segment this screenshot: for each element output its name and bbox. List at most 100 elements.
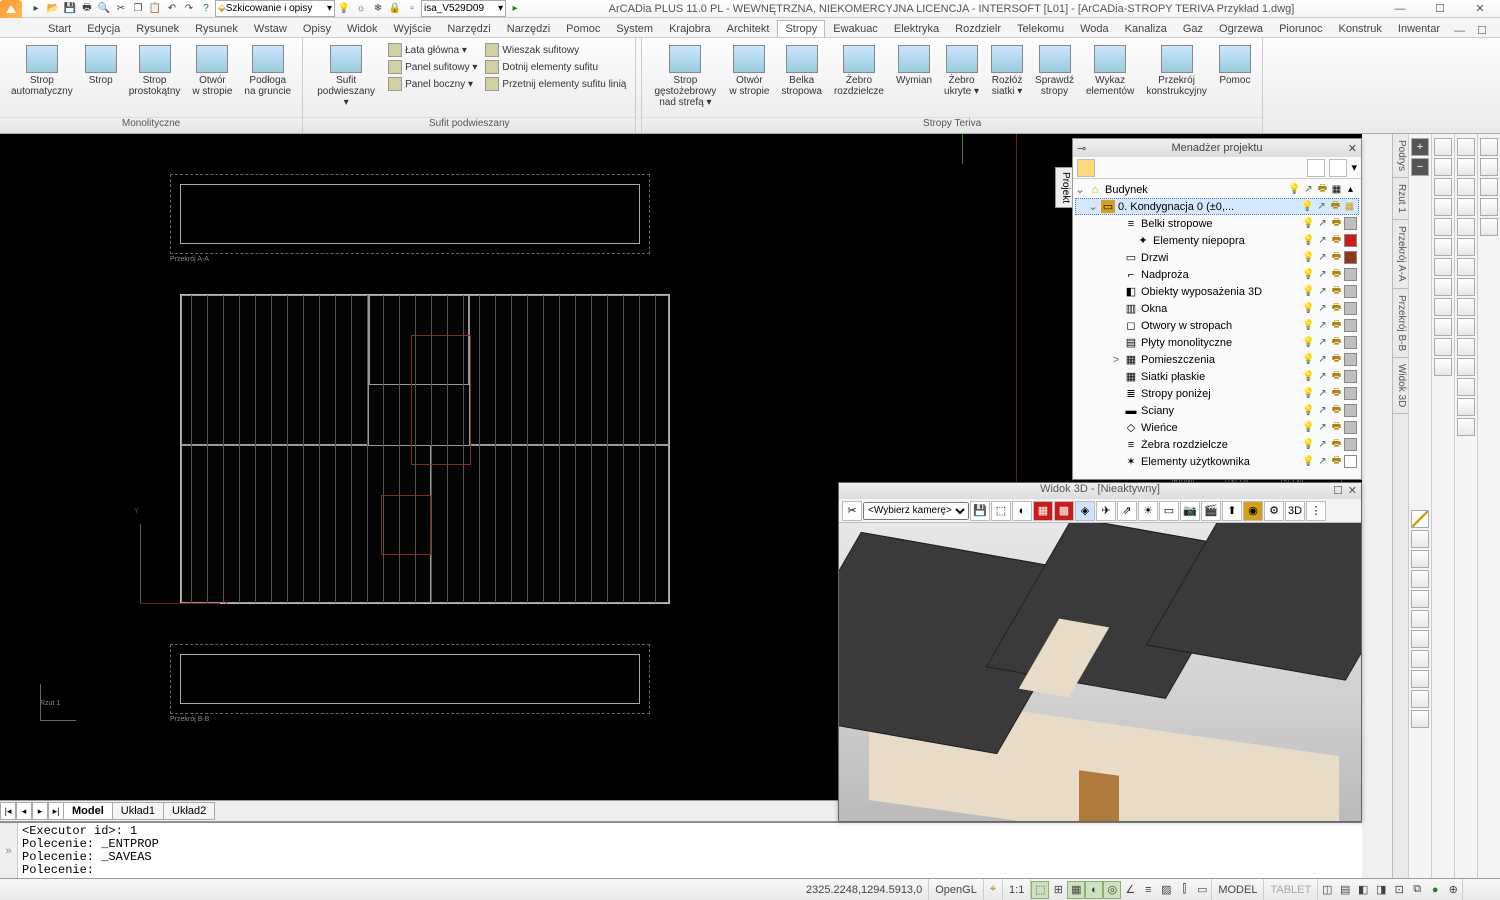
print-icon[interactable]: 🖶: [1330, 251, 1343, 264]
bulb-icon[interactable]: 💡: [1302, 285, 1315, 298]
command-icon[interactable]: »: [0, 823, 18, 878]
zoom-in-icon[interactable]: [1434, 178, 1452, 196]
color-swatch[interactable]: [1344, 455, 1357, 468]
mod-erase-icon[interactable]: [1457, 138, 1475, 156]
v3d-plane-icon[interactable]: ✈: [1096, 501, 1116, 521]
tree-item-budynek[interactable]: ⌄⌂Budynek💡↗🖶▦▴: [1075, 181, 1359, 198]
view-tab-widok-3d[interactable]: Widok 3D: [1393, 358, 1408, 414]
arrow-icon[interactable]: ↗: [1302, 183, 1315, 196]
tree-item-pomieszczenia[interactable]: >▦Pomieszczenia💡↗🖶: [1075, 351, 1359, 368]
close-button[interactable]: ✕: [1460, 0, 1500, 18]
qat-paste-icon[interactable]: 📋: [147, 1, 163, 17]
snap-dyn-icon[interactable]: ▭: [1193, 881, 1211, 899]
bulb-icon[interactable]: 💡: [1302, 302, 1315, 315]
view-iso-icon[interactable]: [1434, 338, 1452, 356]
zoom-out-icon[interactable]: [1434, 198, 1452, 216]
print-icon[interactable]: 🖶: [1330, 438, 1343, 451]
arrow-icon[interactable]: ↗: [1316, 319, 1329, 332]
qat-preview-icon[interactable]: 🔍: [96, 1, 112, 17]
ribbon-tab-gaz[interactable]: Gaz: [1175, 20, 1211, 37]
ribbon-tab-piorunoc[interactable]: Piorunoc: [1271, 20, 1330, 37]
status-model[interactable]: MODEL: [1212, 879, 1264, 900]
qat-print-icon[interactable]: 🖶: [79, 1, 95, 17]
ribbon-sprawd-stropy[interactable]: Sprawdźstropy: [1030, 42, 1079, 100]
tool-dim-icon[interactable]: [1411, 690, 1429, 708]
ribbon--ebro-ukryte-[interactable]: Żebroukryte ▾: [939, 42, 984, 100]
ribbon-sufit-podwieszany-[interactable]: Sufitpodwieszany ▾: [309, 42, 383, 111]
bulb-icon[interactable]: 💡: [1288, 183, 1301, 196]
print-icon[interactable]: 🖶: [1330, 234, 1343, 247]
print-icon[interactable]: 🖶: [1330, 336, 1343, 349]
tool-minus-icon[interactable]: −: [1411, 158, 1429, 176]
mod-move-icon[interactable]: [1457, 238, 1475, 256]
ribbon-tab-ogrzewa[interactable]: Ogrzewa: [1211, 20, 1271, 37]
mdi-close-button[interactable]: ✕: [1493, 24, 1500, 37]
sheet-nav-first[interactable]: |◂: [0, 802, 16, 820]
pm-tree[interactable]: ⌄⌂Budynek💡↗🖶▦▴⌄▭0. Kondygnacja 0 (±0,...…: [1073, 179, 1361, 479]
color-swatch[interactable]: [1344, 285, 1357, 298]
ribbon-tab-elektryka[interactable]: Elektryka: [886, 20, 947, 37]
arrow-icon[interactable]: ↗: [1316, 438, 1329, 451]
pm-grid-icon[interactable]: [1307, 159, 1325, 177]
bulb-icon[interactable]: 💡: [1302, 268, 1315, 281]
color-swatch[interactable]: [1344, 251, 1357, 264]
ribbon-otw-r-w-stropie[interactable]: Otwórw stropie: [724, 42, 774, 100]
status-x5-icon[interactable]: ⊡: [1390, 881, 1408, 899]
status-x4-icon[interactable]: ◨: [1372, 881, 1390, 899]
arrow-icon[interactable]: ↗: [1316, 353, 1329, 366]
ribbon-wieszak-sufitowy[interactable]: Wieszak sufitowy: [482, 42, 629, 58]
qat-save-icon[interactable]: 💾: [62, 1, 78, 17]
ribbon-roz-siatki-[interactable]: Rozłóżsiatki ▾: [986, 42, 1028, 100]
mod-stretch-icon[interactable]: [1457, 298, 1475, 316]
ribbon-tab-rozdzielr[interactable]: Rozdzielr: [947, 20, 1009, 37]
mod-array-icon[interactable]: [1457, 218, 1475, 236]
tool-rect-icon[interactable]: [1411, 550, 1429, 568]
snap-endpoint-icon[interactable]: ⬚: [1031, 881, 1049, 899]
arrow-icon[interactable]: ↗: [1316, 387, 1329, 400]
mod-copy-icon[interactable]: [1457, 158, 1475, 176]
tree-item-siatki-p-askie[interactable]: ▦Siatki płaskie💡↗🖶: [1075, 368, 1359, 385]
snap-dim-icon[interactable]: ⫿: [1175, 881, 1193, 899]
v3d-render-icon[interactable]: ▩: [1054, 501, 1074, 521]
tree-item-elementy-u-ytkownika[interactable]: ✶Elementy użytkownika💡↗🖶: [1075, 453, 1359, 470]
snap-lwt-icon[interactable]: ≡: [1139, 881, 1157, 899]
ribbon-panel-boczny-[interactable]: Panel boczny ▾: [385, 76, 480, 92]
v3d-clip-icon[interactable]: ▭: [1159, 501, 1179, 521]
tree-item-p-yty-monolityczne[interactable]: ▤Płyty monolityczne💡↗🖶: [1075, 334, 1359, 351]
v3d-shade-icon[interactable]: ◐: [1012, 501, 1032, 521]
view-cfg-icon[interactable]: [1434, 358, 1452, 376]
pm-side-tab[interactable]: Projekt: [1055, 167, 1073, 208]
v3d-photo-icon[interactable]: 📷: [1180, 501, 1200, 521]
sheet-tab-układ2[interactable]: Układ2: [163, 802, 215, 820]
print-icon[interactable]: 🖶: [1330, 217, 1343, 230]
ribbon-tab-architekt[interactable]: Architekt: [719, 20, 778, 37]
prop-match-icon[interactable]: [1480, 138, 1498, 156]
print-icon[interactable]: 🖶: [1330, 285, 1343, 298]
ribbon-tab-kanaliza[interactable]: Kanaliza: [1117, 20, 1175, 37]
color-swatch[interactable]: [1344, 421, 1357, 434]
ribbon--ebro-rozdzielcze[interactable]: Żebrorozdzielcze: [829, 42, 889, 100]
arrow-icon[interactable]: ↗: [1315, 200, 1328, 213]
v3d-walk-icon[interactable]: ⇗: [1117, 501, 1137, 521]
snap-ortho-icon[interactable]: ⊞: [1049, 881, 1067, 899]
ribbon-tab-widok[interactable]: Widok: [339, 20, 386, 37]
v3d-camera-select[interactable]: <Wybierz kamerę>: [863, 502, 969, 520]
snap-hatch-icon[interactable]: ▨: [1157, 881, 1175, 899]
v3d-opt-icon[interactable]: ⚙: [1264, 501, 1284, 521]
pm-filter-icon[interactable]: [1329, 159, 1347, 177]
ribbon-pod-oga-na-gruncie[interactable]: Podłogana gruncie: [239, 42, 296, 100]
v3d-save-icon[interactable]: 💾: [970, 501, 990, 521]
qat-undo-icon[interactable]: ↶: [164, 1, 180, 17]
ribbon-tab-inwentar[interactable]: Inwentar: [1390, 20, 1448, 37]
ribbon-pomoc[interactable]: Pomoc: [1214, 42, 1256, 89]
ribbon--ata-g-wna-[interactable]: Łata główna ▾: [385, 42, 480, 58]
mod-explode-icon[interactable]: [1457, 418, 1475, 436]
tree-item-0-kondygnacja-0-0-[interactable]: ⌄▭0. Kondygnacja 0 (±0,...💡↗🖶▦: [1075, 198, 1359, 215]
bulb-icon[interactable]: 💡: [1302, 370, 1315, 383]
arrow-icon[interactable]: ↗: [1316, 336, 1329, 349]
ribbon-tab-edycja[interactable]: Edycja: [79, 20, 128, 37]
arrow-icon[interactable]: ↗: [1316, 234, 1329, 247]
v3d-btn-1[interactable]: ✂: [842, 501, 862, 521]
ribbon-tab-start[interactable]: Start: [40, 20, 79, 37]
mod-scale-icon[interactable]: [1457, 278, 1475, 296]
